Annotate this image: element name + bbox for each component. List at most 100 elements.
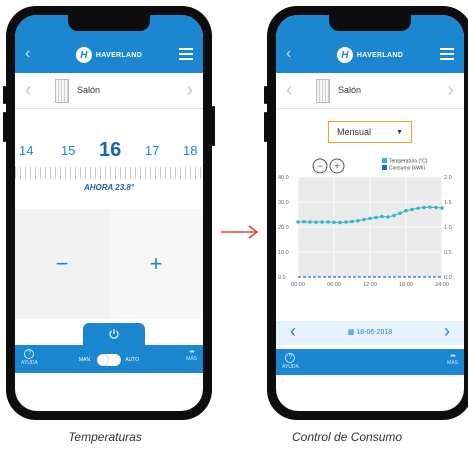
help-icon: ? — [285, 353, 296, 363]
temperature-ruler[interactable] — [15, 167, 203, 179]
increase-button[interactable]: + — [109, 209, 203, 319]
next-room-chevron-icon[interactable]: › — [447, 79, 454, 102]
brand-name: HAVERLAND — [95, 51, 143, 59]
y-tick-right: 1.0 — [444, 225, 452, 231]
more-dots-icon: ••• — [450, 353, 455, 360]
logo-icon: H — [75, 47, 92, 63]
x-tick: 24:00 — [435, 282, 449, 288]
x-tick: 06:00 — [327, 282, 341, 288]
x-tick: 12:00 — [363, 282, 377, 288]
legend-swatch — [382, 158, 387, 163]
heater-icon — [316, 79, 330, 103]
hamburger-menu-icon[interactable] — [179, 48, 193, 63]
help-label: AYUDA — [21, 360, 38, 366]
temperature-point — [368, 216, 372, 221]
mode-man-label: MAN. — [78, 357, 92, 363]
phone-consumption: ‹ H HAVERLAND ‹ Salón › Mensual ▼ − + Temp… — [264, 6, 468, 420]
temperature-point — [296, 220, 300, 224]
temperature-point — [332, 220, 336, 224]
power-side-button — [212, 106, 215, 146]
zoom-in-icon: + — [334, 162, 340, 173]
temperature-point — [374, 215, 378, 220]
date-navigator: ‹ ▩ 18-06-2018 › — [276, 321, 464, 345]
help-button[interactable]: ? AYUDA — [282, 353, 299, 370]
temperature-point — [344, 220, 348, 224]
temperature-point — [422, 205, 426, 210]
screen: ‹ H HAVERLAND ‹ Salón › 14 15 16 17 18 A… — [15, 15, 203, 411]
current-temperature: AHORA 23.8° — [83, 183, 135, 192]
decrease-button[interactable]: − — [15, 209, 109, 319]
room-selector: ‹ Salón › — [276, 73, 464, 109]
zoom-out-icon: − — [317, 162, 323, 173]
legend-swatch — [382, 165, 387, 170]
back-chevron-icon[interactable]: ‹ — [286, 45, 291, 63]
heater-icon — [55, 79, 69, 103]
y-tick-right: 1.5 — [444, 200, 452, 206]
arrow-right-icon — [221, 225, 259, 239]
temperature-dial[interactable]: 14 15 16 17 18 AHORA 23.8° — [15, 109, 203, 209]
legend-label: Temperatura (°C) — [389, 159, 428, 165]
temperature-point — [398, 211, 402, 215]
y-tick-left: 10.0 — [278, 250, 289, 256]
selected-temperature[interactable]: 16 — [99, 139, 121, 162]
caption-left: Temperaturas — [68, 430, 142, 444]
screen: ‹ H HAVERLAND ‹ Salón › Mensual ▼ − + Temp… — [276, 15, 464, 411]
help-label: AYUDA — [282, 364, 299, 370]
back-chevron-icon[interactable]: ‹ — [25, 45, 30, 63]
temperature-point — [314, 220, 318, 224]
temperature-point — [440, 206, 444, 210]
notch — [68, 15, 150, 31]
temp-option[interactable]: 14 — [19, 143, 33, 158]
temp-option[interactable]: 18 — [183, 143, 197, 158]
haverland-logo: H HAVERLAND — [75, 47, 143, 63]
more-label: MÁS — [447, 360, 458, 366]
temperature-point — [302, 220, 306, 224]
more-dots-icon: ••• — [189, 349, 194, 356]
help-button[interactable]: ? AYUDA — [21, 349, 38, 366]
volume-button — [264, 86, 267, 104]
chart-svg: − + Temperatura (°C)Consumo (kWh) 0.0 10.0 20… — [278, 158, 452, 288]
temperature-point — [350, 219, 354, 224]
caret-down-icon: ▼ — [396, 128, 403, 136]
temperature-scale: 14 15 16 17 18 — [15, 139, 203, 161]
more-label: MÁS — [186, 356, 197, 362]
next-room-chevron-icon[interactable]: › — [186, 79, 193, 102]
room-name: Salón — [77, 85, 101, 95]
period-dropdown[interactable]: Mensual ▼ — [328, 121, 412, 143]
prev-room-chevron-icon[interactable]: ‹ — [286, 79, 293, 102]
temp-option[interactable]: 17 — [145, 143, 159, 158]
prev-room-chevron-icon[interactable]: ‹ — [25, 79, 32, 102]
temperature-point — [380, 214, 384, 219]
y-tick-right: 0.0 — [444, 275, 452, 281]
temperature-point — [416, 206, 420, 210]
temperature-point — [404, 209, 408, 213]
power-icon — [109, 329, 119, 339]
y-tick-left: 20.0 — [278, 225, 289, 231]
y-tick-right: 2.0 — [444, 175, 452, 181]
mode-toggle[interactable] — [96, 354, 121, 366]
more-button[interactable]: ••• MÁS — [186, 349, 197, 362]
volume-button — [3, 112, 6, 142]
temperature-point — [386, 215, 390, 219]
hamburger-menu-icon[interactable] — [440, 48, 454, 63]
more-button[interactable]: ••• MÁS — [447, 353, 458, 366]
logo-icon: H — [336, 47, 353, 63]
brand-name: HAVERLAND — [356, 51, 404, 59]
mode-switch[interactable]: MAN. AUTO — [79, 354, 139, 366]
temp-option[interactable]: 15 — [61, 143, 75, 158]
calendar-icon: ▩ — [347, 329, 355, 336]
y-tick-left: 0.0 — [278, 275, 286, 281]
x-tick: 00:00 — [291, 282, 305, 288]
caption-right: Control de Consumo — [292, 430, 403, 444]
temperature-point — [338, 220, 342, 225]
room-selector: ‹ Salón › — [15, 73, 203, 109]
x-tick: 18:00 — [399, 282, 413, 288]
date-label[interactable]: ▩ 18-06-2018 — [276, 328, 464, 336]
period-value: Mensual — [337, 127, 372, 137]
temperature-controls: − + — [15, 209, 203, 319]
temperature-point — [434, 205, 438, 210]
next-date-chevron-icon[interactable]: › — [444, 321, 450, 342]
temperature-point — [356, 219, 360, 223]
notch — [329, 15, 411, 31]
power-button[interactable] — [83, 323, 145, 345]
